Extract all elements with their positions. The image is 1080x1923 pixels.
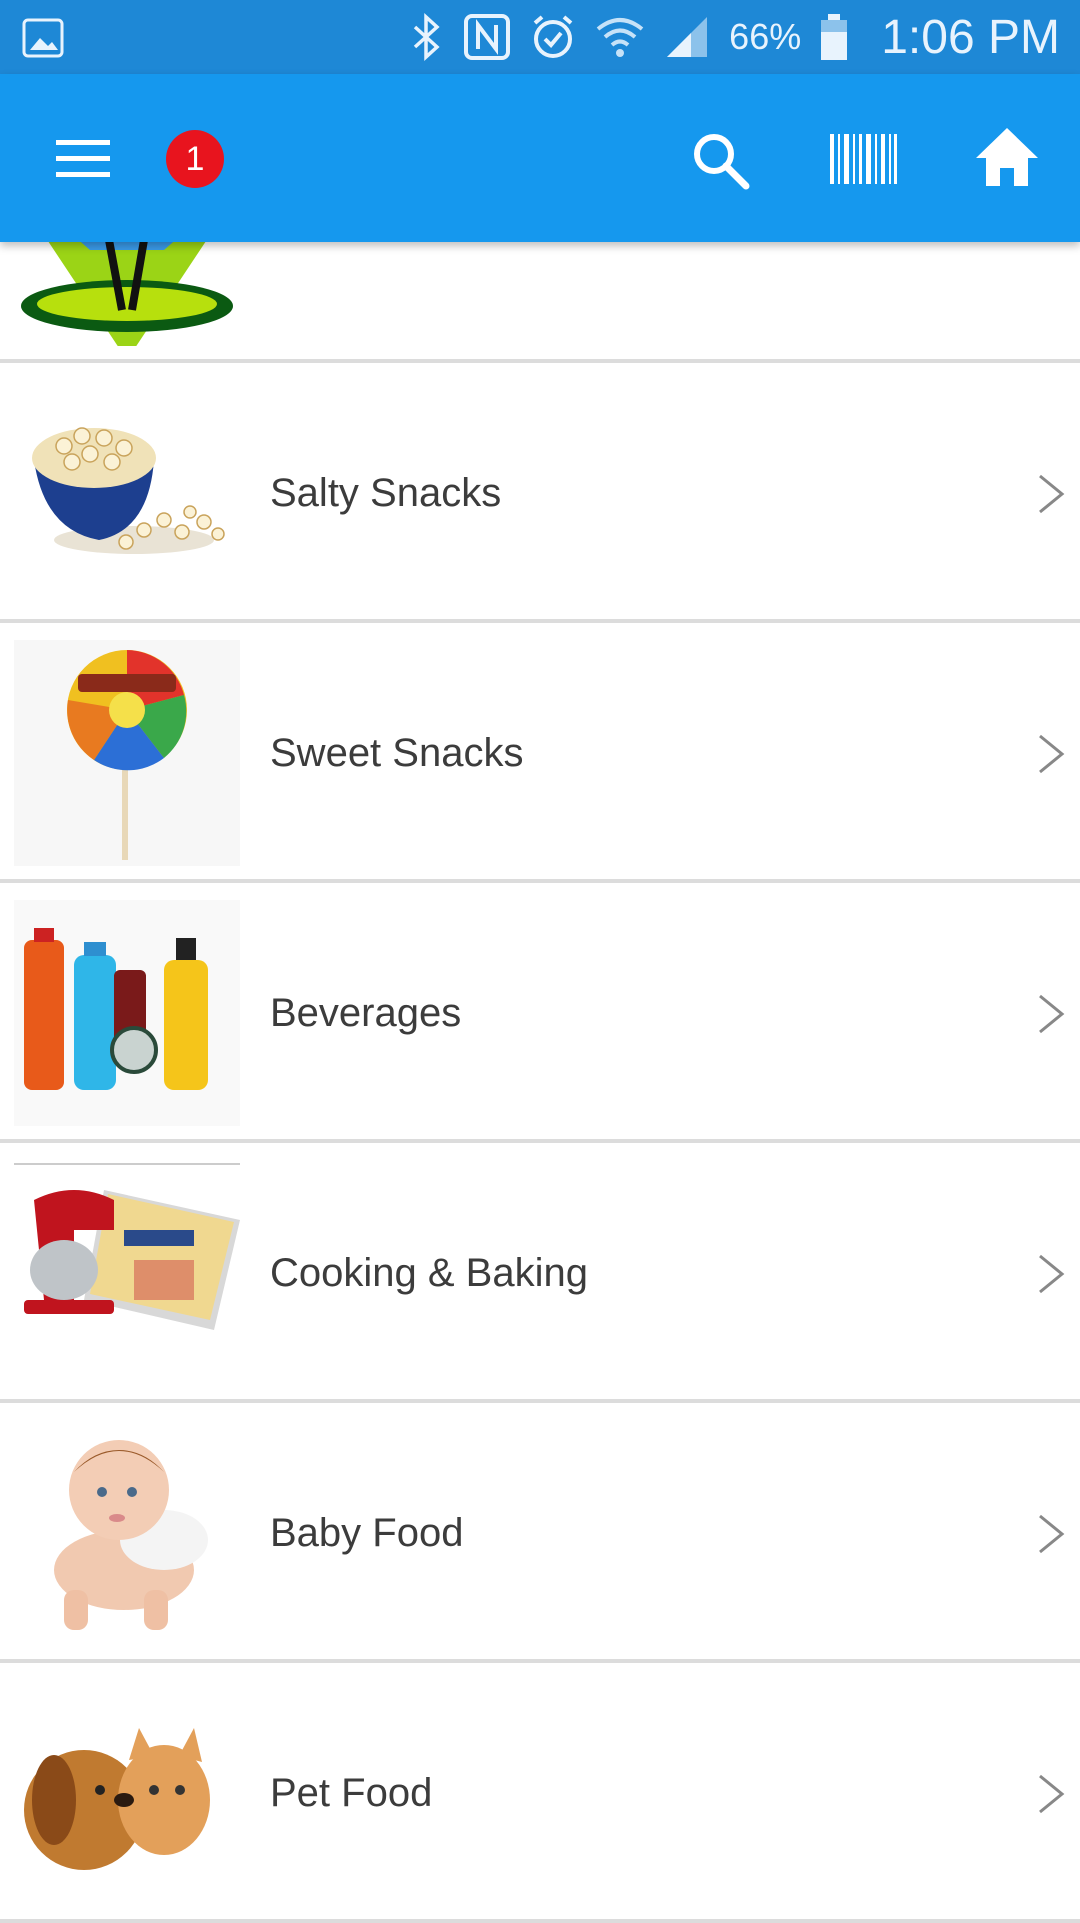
chevron-right-icon	[1039, 1774, 1065, 1814]
status-icons: 66% 1:06 PM	[409, 0, 1060, 74]
item-label: Salty Snacks	[270, 471, 502, 515]
status-time: 1:06 PM	[881, 10, 1060, 64]
nfc-icon	[464, 14, 511, 60]
signal-icon	[667, 17, 708, 57]
bluetooth-icon	[413, 13, 440, 61]
item-label: Pet Food	[270, 1771, 433, 1815]
chevron-right-icon	[1039, 1514, 1065, 1554]
chevron-right-icon	[1039, 1254, 1065, 1294]
popcorn-bowl-icon	[14, 380, 240, 606]
item-label: Sweet Snacks	[270, 731, 524, 775]
list-item-beverages[interactable]: Beverages	[0, 884, 1080, 1143]
item-label: Cooking & Baking	[270, 1251, 588, 1295]
menu-icon[interactable]	[50, 132, 118, 184]
bottles-icon	[14, 900, 240, 1126]
app-toolbar: 1	[0, 74, 1080, 242]
list-item-sweet-snacks[interactable]: Sweet Snacks	[0, 624, 1080, 883]
battery-icon	[821, 14, 848, 60]
chevron-right-icon	[1039, 994, 1065, 1034]
list-item-cooking-baking[interactable]: Cooking & Baking	[0, 1144, 1080, 1403]
status-bar: 66% 1:06 PM	[0, 0, 1080, 74]
search-icon[interactable]	[688, 128, 752, 192]
lollipop-icon	[14, 640, 240, 866]
item-label: Baby Food	[270, 1511, 464, 1555]
chevron-right-icon	[1039, 734, 1065, 774]
gallery-icon	[22, 18, 64, 58]
home-icon[interactable]	[974, 124, 1040, 190]
battery-percentage: 66%	[729, 16, 802, 57]
list-item-pet-food[interactable]: Pet Food	[0, 1664, 1080, 1923]
barcode-icon[interactable]	[828, 132, 898, 186]
wifi-icon	[596, 18, 644, 57]
item-label: Beverages	[270, 991, 462, 1035]
list-item-salty-snacks[interactable]: Salty Snacks	[0, 364, 1080, 623]
chevron-right-icon	[1039, 474, 1065, 514]
notification-badge[interactable]: 1	[166, 130, 224, 188]
puppy-kitten-icon	[14, 1680, 240, 1906]
baby-icon	[14, 1420, 240, 1646]
list-item-baby-food[interactable]: Baby Food	[0, 1404, 1080, 1663]
mixer-recipes-icon	[14, 1160, 240, 1386]
alarm-icon	[533, 15, 573, 58]
